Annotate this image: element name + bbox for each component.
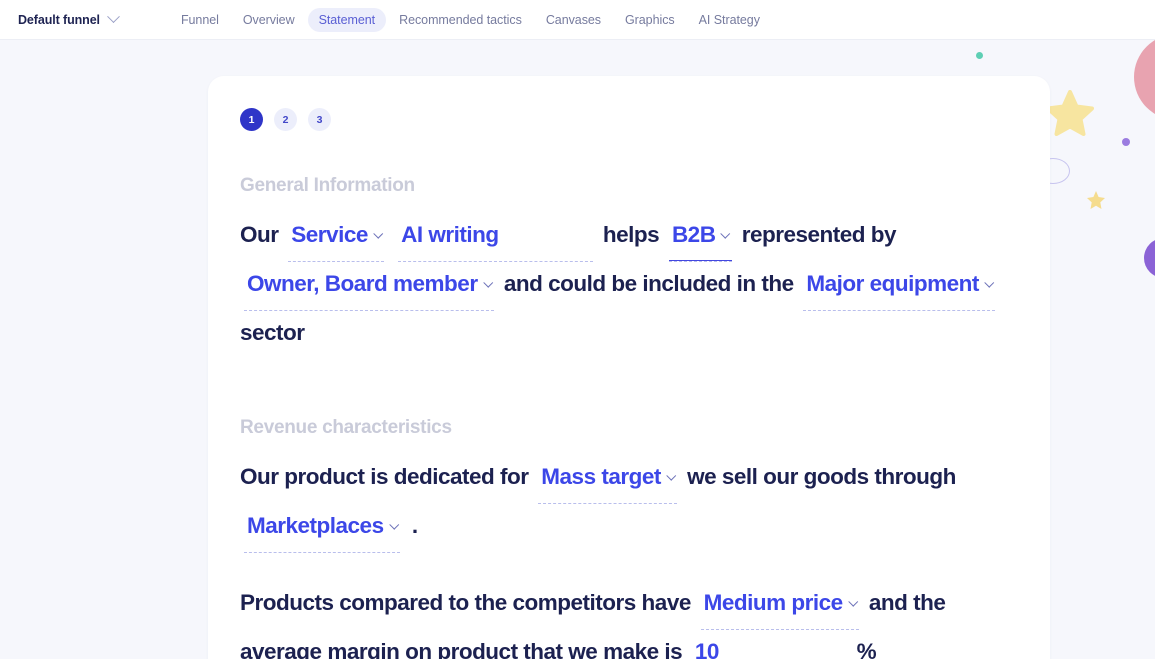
field-price-level-value: Medium price [703,590,844,615]
step-1[interactable]: 1 [240,108,263,131]
static-text-we-sell-through: we sell our goods through [687,464,956,489]
step-2[interactable]: 2 [274,108,297,131]
chevron-down-icon [483,277,493,287]
static-text-period: . [411,513,418,538]
top-navigation-bar: Default funnel Funnel Overview Statement… [0,0,1155,40]
chevron-down-icon [721,228,731,238]
static-text-percent-sign: % [856,639,877,659]
section-title-revenue-characteristics: Revenue characteristics [240,417,452,438]
step-indicator: 1 2 3 [240,108,1018,131]
field-sales-channel-value: Marketplaces [247,513,384,538]
field-role[interactable]: Owner, Board member [244,262,495,311]
static-text-products-compared: Products compared to the competitors hav… [240,590,691,615]
tab-recommended-tactics[interactable]: Recommended tactics [388,8,533,32]
tab-funnel[interactable]: Funnel [170,8,230,32]
static-text-could-be-included: and could be included in the [503,271,794,296]
chevron-down-icon [389,519,399,529]
static-text-dedicated-for: Our product is dedicated for [240,464,529,489]
funnel-selector-label: Default funnel [18,12,100,27]
field-product-name-value: AI writing [401,222,499,247]
section-title-general-information: General Information [240,175,415,196]
field-target-market-value: Mass target [541,464,661,489]
circle-icon [1134,40,1155,120]
field-service-type[interactable]: Service [288,213,385,262]
static-text-represented-by: represented by [741,222,897,247]
tab-canvases[interactable]: Canvases [535,8,612,32]
chevron-down-icon [107,10,120,24]
step-3[interactable]: 3 [308,108,331,131]
field-industry[interactable]: Major equipment [803,262,996,311]
dot-icon [976,52,983,59]
field-margin-percent[interactable]: 10 [692,630,847,659]
field-target-market[interactable]: Mass target [538,455,678,504]
star-icon [1046,90,1094,141]
chevron-down-icon [848,596,858,606]
field-service-type-value: Service [291,222,368,247]
statement-card: 1 2 3 General Information Our Service AI… [208,76,1050,659]
field-role-value: Owner, Board member [247,271,478,296]
nav-tabs: Funnel Overview Statement Recommended ta… [170,7,771,32]
star-icon [1086,190,1106,215]
static-text-helps: helps [602,222,660,247]
chevron-down-icon [984,277,994,287]
field-industry-value: Major equipment [806,271,979,296]
chevron-down-icon [666,470,676,480]
tab-overview[interactable]: Overview [232,8,306,32]
general-information-statement: Our Service AI writing helps B2B represe… [240,213,1018,355]
tab-graphics[interactable]: Graphics [614,8,686,32]
field-product-name[interactable]: AI writing [398,213,594,262]
field-price-level[interactable]: Medium price [700,581,860,630]
field-margin-percent-value: 10 [694,639,720,659]
static-text-our: Our [240,222,279,247]
tab-ai-strategy[interactable]: AI Strategy [688,8,771,32]
chevron-down-icon [373,228,383,238]
dot-icon [1122,138,1130,146]
static-text-sector: sector [240,320,305,345]
tab-statement[interactable]: Statement [307,7,387,32]
funnel-selector[interactable]: Default funnel [0,0,132,39]
field-audience-type-value: B2B [671,222,716,247]
page-canvas: 1 2 3 General Information Our Service AI… [0,40,1155,659]
circle-icon [1144,238,1155,278]
revenue-statement-part-two: Products compared to the competitors hav… [240,581,1018,659]
field-audience-type[interactable]: B2B [668,213,732,262]
field-sales-channel[interactable]: Marketplaces [244,504,401,553]
revenue-statement-part-one: Our product is dedicated for Mass target… [240,455,1018,553]
